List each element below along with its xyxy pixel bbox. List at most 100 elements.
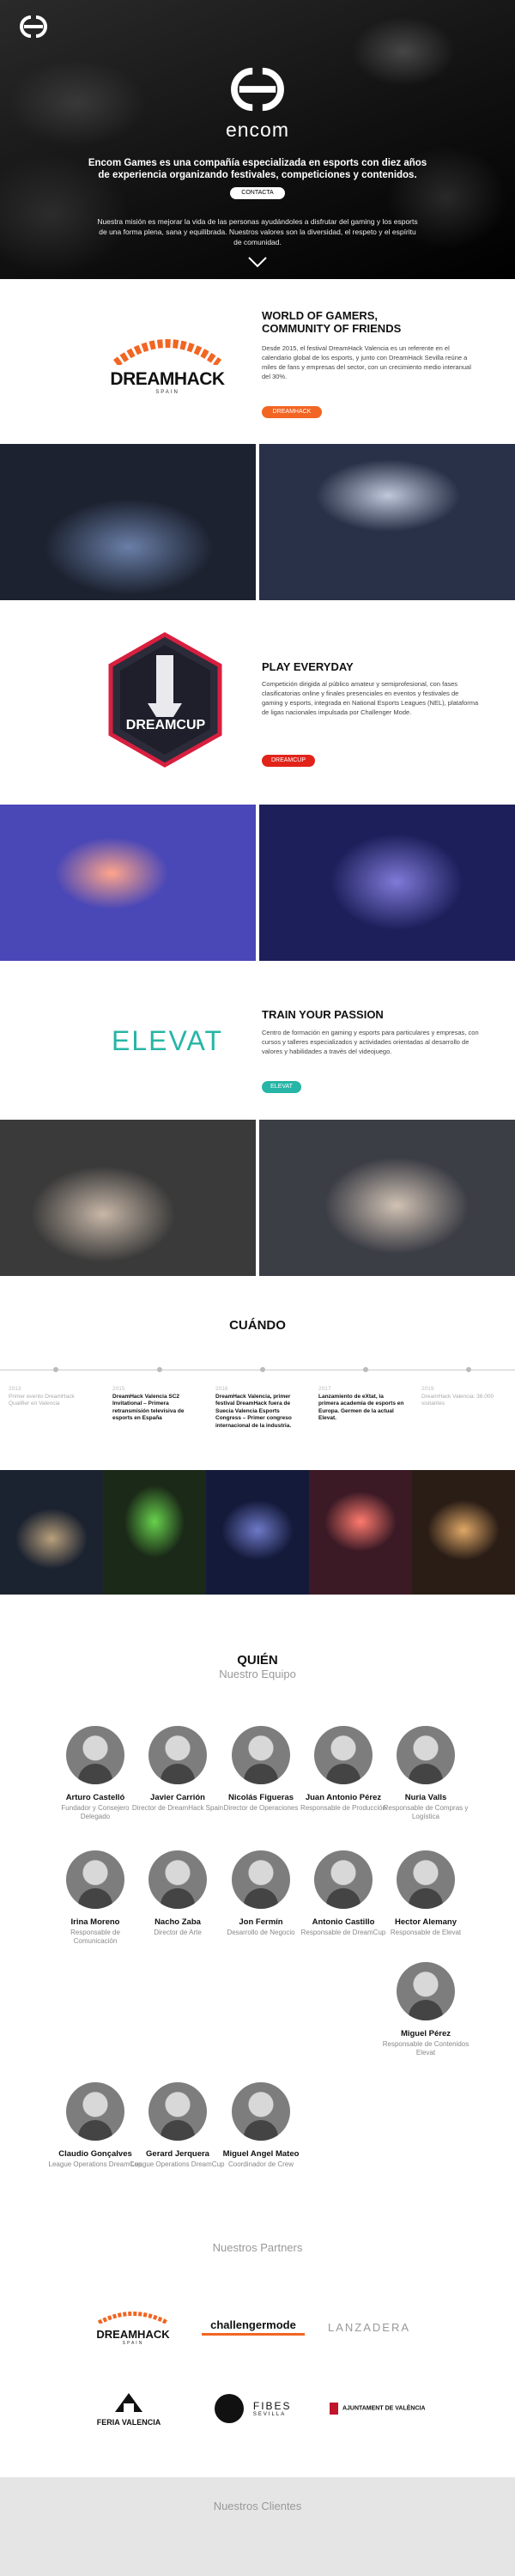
partner-name: DREAMHACK <box>96 2328 170 2341</box>
dreamhack-section: DREAMHACK SPAIN WORLD OF GAMERS, COMMUNI… <box>0 279 515 444</box>
member-role: Fundador y Consejero Delegado <box>61 1804 130 1820</box>
fibes-globe-icon <box>215 2394 245 2423</box>
member-name: Nuria Valls <box>404 1793 447 1802</box>
timeline-year: 2013 <box>9 1386 21 1392</box>
dreamhack-button[interactable]: DREAMHACK <box>262 406 322 418</box>
timeline-item: 2016 DreamHack Valencia, primer festival … <box>215 1386 301 1431</box>
contact-button[interactable]: CONTACTA <box>230 187 285 199</box>
partner-name: FERIA VALENCIA <box>96 2418 161 2427</box>
elevat-title: TRAIN YOUR PASSION <box>262 1008 384 1021</box>
team-member: Arturo Castelló Fundador y Consejero Dele… <box>48 1726 142 1821</box>
timeline-item: 2019 DreamHack Valencia: 38.000 visitante… <box>421 1386 507 1408</box>
dreamhack-mark-icon <box>112 339 222 368</box>
member-role: Director de DreamHack Spain <box>131 1804 224 1812</box>
elevat-photo-left <box>0 1120 256 1276</box>
team-subtitle: Nuestro Equipo <box>219 1668 296 1680</box>
elevat-logo: ELEVAT <box>112 1025 223 1056</box>
elevat-button[interactable]: ELEVAT <box>262 1081 301 1093</box>
dreamhack-photo-right <box>259 444 515 600</box>
member-name: Javier Carrión <box>150 1793 205 1802</box>
elevat-text: Centro de formación en gaming y esports … <box>262 1029 479 1055</box>
brand-name: encom <box>225 118 290 141</box>
member-role: Desarrollo de Negocio <box>227 1929 295 1936</box>
avatar <box>314 1726 373 1784</box>
timeline-photo <box>0 1470 103 1595</box>
partners-title: Nuestros Partners <box>212 2241 303 2254</box>
timeline-year: 2019 <box>421 1386 434 1392</box>
member-name: Arturo Castelló <box>65 1793 125 1802</box>
dreamhack-title: WORLD OF GAMERS, COMMUNITY OF FRIENDS <box>262 309 402 335</box>
chevron-down-icon[interactable] <box>247 256 268 268</box>
elevat-section: ELEVAT TRAIN YOUR PASSION Centro de form… <box>0 961 515 1120</box>
avatar <box>397 1850 455 1909</box>
timeline-dot[interactable] <box>363 1367 368 1372</box>
dreamcup-button[interactable]: DREAMCUP <box>262 755 315 767</box>
member-name: Nacho Zaba <box>154 1917 201 1927</box>
clients-section: Nuestros Clientes <box>0 2477 515 2576</box>
partner-feria-valencia[interactable]: FERIA VALENCIA <box>82 2391 176 2427</box>
member-name: Juan Antonio Pérez <box>305 1793 382 1802</box>
team-member: Nacho Zaba Director de Arte <box>130 1850 225 1937</box>
partner-sub: SPAIN <box>122 2341 144 2346</box>
avatar <box>397 1962 455 2020</box>
partner-ajuntament[interactable]: AJUNTAMENT DE VALÈNCIA <box>322 2401 433 2416</box>
team-member: Antonio Castillo Responsable de DreamCup <box>296 1850 391 1937</box>
hero-section: encom Encom Games es una compañía especi… <box>0 0 515 279</box>
timeline-text: DreamHack Valencia SC2 Invitational – Pr… <box>112 1393 185 1422</box>
member-role: Director de Arte <box>154 1929 202 1936</box>
timeline-dot[interactable] <box>157 1367 162 1372</box>
partner-challengermode[interactable]: challengermode <box>202 2318 305 2336</box>
avatar <box>314 1850 373 1909</box>
timeline-dot[interactable] <box>260 1367 265 1372</box>
partner-sub: SEVILLA <box>252 2412 287 2417</box>
dreamcup-title: PLAY EVERYDAY <box>262 660 354 673</box>
team-member: Irina Moreno Responsable de Comunicación <box>48 1850 142 1946</box>
member-role: Responsable de Contenidos Elevat <box>382 2040 470 2057</box>
member-role: Responsable de Compras y Logística <box>383 1804 469 1820</box>
mission-text: Nuestra misión es mejorar la vida de las… <box>97 217 418 246</box>
timeline-text: Lanzamiento de eXtat, la primera academi… <box>318 1393 404 1422</box>
dreamcup-photo-right <box>259 805 515 961</box>
partner-name: challengermode <box>202 2318 305 2336</box>
timeline-title: CUÁNDO <box>229 1318 286 1333</box>
team-member: Juan Antonio Pérez Responsable de Producc… <box>296 1726 391 1813</box>
avatar <box>148 2082 207 2141</box>
partner-name: LANZADERA <box>327 2321 411 2334</box>
timeline-item: 2015 DreamHack Valencia SC2 Invitational … <box>112 1386 198 1423</box>
timeline-photo <box>412 1470 515 1595</box>
member-name: Miguel Pérez <box>400 2029 451 2038</box>
dreamhack-photo-left <box>0 444 256 600</box>
timeline-dot[interactable] <box>466 1367 471 1372</box>
team-member: Miguel Pérez Responsable de Contenidos El… <box>379 1962 473 2057</box>
avatar <box>66 2082 124 2141</box>
timeline-dot[interactable] <box>53 1367 58 1372</box>
team-member: Nicolás Figueras Director de Operaciones <box>214 1726 308 1813</box>
dreamhack-logo: DREAMHACK SPAIN <box>99 331 236 395</box>
dreamhack-text: Desde 2015, el festival DreamHack Valenc… <box>262 344 471 380</box>
dreamcup-logo-icon <box>108 632 222 768</box>
avatar <box>232 2082 290 2141</box>
partner-lanzadera[interactable]: LANZADERA <box>322 2321 416 2334</box>
avatar <box>148 1726 207 1784</box>
encom-logo-icon[interactable] <box>15 14 52 39</box>
member-name: Irina Moreno <box>70 1917 120 1927</box>
timeline-text: Primer evento DreamHack Qualifier en Val… <box>9 1393 75 1407</box>
team-member: Gerard Jerquera League Operations DreamCu… <box>130 2082 225 2169</box>
avatar <box>66 1726 124 1784</box>
member-name: Gerard Jerquera <box>146 2149 209 2159</box>
team-member: Claudio Gonçalves League Operations Dream… <box>48 2082 142 2169</box>
team-member: Javier Carrión Director de DreamHack Spai… <box>130 1726 225 1813</box>
member-role: Coordinador de Crew <box>227 2160 294 2168</box>
feria-valencia-icon <box>115 2393 142 2412</box>
member-role: Responsable de Elevat <box>390 1929 462 1936</box>
timeline-text: DreamHack Valencia, primer festival Drea… <box>215 1393 292 1429</box>
member-name: Hector Alemany <box>395 1917 457 1927</box>
team-member: Jon Fermín Desarrollo de Negocio <box>214 1850 308 1937</box>
dreamhack-wordmark: DREAMHACK <box>110 369 225 389</box>
elevat-photo-right <box>259 1120 515 1276</box>
dreamhack-mark-icon <box>97 2312 169 2325</box>
partner-fibes[interactable]: FIBES SEVILLA <box>206 2394 300 2423</box>
avatar <box>66 1850 124 1909</box>
partner-dreamhack[interactable]: DREAMHACK SPAIN <box>86 2310 180 2346</box>
timeline-item: 2013 Primer evento DreamHack Qualifier en… <box>9 1386 94 1408</box>
